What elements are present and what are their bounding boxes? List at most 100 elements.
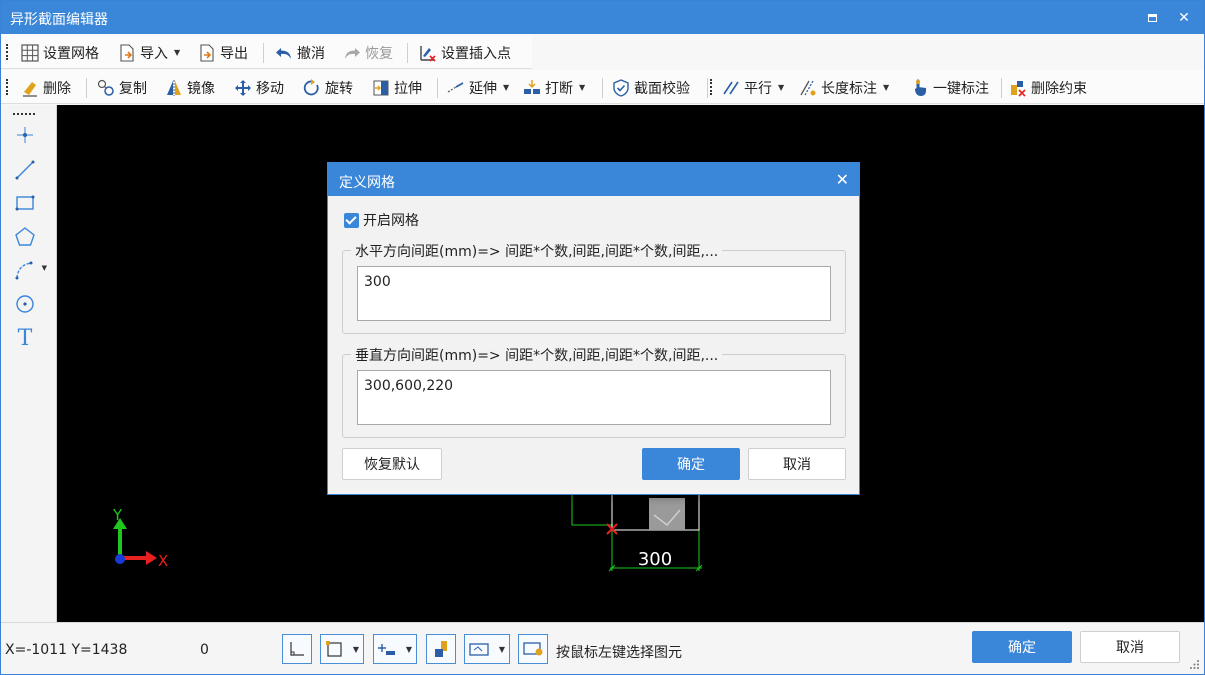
dialog-close-button[interactable]: ✕ — [836, 170, 849, 189]
undo-button[interactable]: 撤消 — [275, 42, 325, 63]
chevron-down-icon[interactable]: ▼ — [883, 83, 889, 92]
dialog-title-bar[interactable]: 定义网格 ✕ — [328, 163, 859, 196]
delete-constraint-button[interactable]: 删除约束 — [1009, 77, 1087, 98]
ok-button[interactable]: 确定 — [972, 631, 1072, 663]
insert-point-icon — [419, 44, 437, 62]
polygon-tool[interactable] — [11, 223, 39, 251]
export-button[interactable]: 导出 — [198, 42, 248, 63]
close-button[interactable]: ✕ — [1174, 8, 1194, 28]
point-icon — [17, 127, 33, 143]
import-icon — [118, 43, 136, 62]
cancel-button[interactable]: 取消 — [1080, 631, 1180, 663]
parallel-icon — [722, 79, 740, 97]
import-label: 导入 — [140, 45, 168, 62]
stretch-button[interactable]: 拉伸 — [372, 77, 422, 98]
status-value: 0 — [200, 642, 209, 658]
dialog-title: 定义网格 — [339, 175, 395, 191]
chevron-down-icon[interactable]: ▼ — [778, 83, 784, 92]
set-grid-button[interactable]: 设置网格 — [21, 42, 99, 63]
edit-toolbar: 删除 复制 镜像 移动 旋转 拉伸 延伸 ▼ 打断 ▼ 截面校验 平行 ▼ 长度… — [1, 70, 1204, 104]
chevron-down-icon[interactable]: ▼ — [42, 264, 47, 272]
stretch-label: 拉伸 — [394, 80, 422, 97]
length-dimension-label: 长度标注 — [821, 80, 877, 97]
rotate-icon — [303, 78, 321, 97]
delete-label: 删除 — [43, 80, 71, 97]
status-hint: 按鼠标左键选择图元 — [556, 645, 682, 661]
extend-icon — [447, 79, 465, 97]
rectangle-icon — [15, 195, 35, 211]
circle-icon — [16, 295, 34, 313]
rectangle-tool[interactable] — [11, 189, 39, 217]
one-click-dimension-label: 一键标注 — [933, 80, 989, 97]
copy-label: 复制 — [119, 80, 147, 97]
dialog-ok-button[interactable]: 确定 — [642, 448, 740, 480]
section-check-label: 截面校验 — [634, 80, 690, 97]
one-click-dimension-button[interactable]: 一键标注 — [911, 77, 989, 98]
import-button[interactable]: 导入 ▼ — [118, 42, 180, 63]
display-toggle[interactable]: ▼ — [464, 634, 510, 664]
snap-toggle[interactable]: ▼ — [320, 634, 364, 664]
section-check-button[interactable]: 截面校验 — [612, 77, 690, 98]
window-title: 异形截面编辑器 — [10, 12, 108, 28]
chevron-down-icon[interactable]: ▼ — [353, 645, 359, 654]
delete-button[interactable]: 删除 — [21, 77, 71, 98]
ortho-toggle[interactable] — [282, 634, 312, 664]
mirror-button[interactable]: 镜像 — [165, 77, 215, 98]
delete-constraint-label: 删除约束 — [1031, 80, 1087, 97]
eraser-icon — [21, 79, 39, 97]
main-toolbar: 设置网格 导入 ▼ 导出 撤消 恢复 设置插入点 — [1, 35, 532, 69]
dialog-cancel-button[interactable]: 取消 — [748, 448, 846, 480]
redo-button[interactable]: 恢复 — [343, 42, 393, 63]
section-editor-window: 异形截面编辑器 ✕ 设置网格 导入 ▼ 导出 撤消 恢复 设置插入点 删除 复制… — [0, 0, 1205, 675]
extend-button[interactable]: 延伸 ▼ — [447, 77, 509, 98]
undo-icon — [275, 44, 293, 62]
rotate-button[interactable]: 旋转 — [303, 77, 353, 98]
arc-tool[interactable]: ▼ — [11, 256, 47, 284]
toolbar-grip[interactable] — [6, 79, 9, 95]
panel-grip[interactable] — [13, 113, 35, 115]
vertical-spacing-input[interactable]: 300,600,220 — [357, 370, 831, 425]
toolbar-separator — [407, 43, 408, 63]
chevron-down-icon[interactable]: ▼ — [579, 83, 585, 92]
status-bar: X=-1011 Y=1438 0 ▼ ▼ ▼ 按鼠标左键选择图元 确定 取消 — [1, 622, 1204, 674]
chevron-down-icon[interactable]: ▼ — [174, 48, 180, 57]
track-toggle[interactable]: ▼ — [373, 634, 417, 664]
copy-icon — [97, 79, 115, 97]
checkbox-checked-icon[interactable] — [344, 212, 359, 228]
toolbar-grip[interactable] — [710, 79, 713, 95]
horizontal-spacing-legend: 水平方向间距(mm)=> 间距*个数,间距,间距*个数,间距,... — [351, 241, 723, 261]
layer-toggle[interactable] — [426, 634, 456, 664]
rotate-label: 旋转 — [325, 80, 353, 97]
parallel-button[interactable]: 平行 ▼ — [722, 77, 784, 98]
maximize-icon — [1147, 14, 1157, 22]
toolbar-grip[interactable] — [6, 44, 9, 60]
set-insert-point-button[interactable]: 设置插入点 — [419, 42, 511, 63]
toolbar-separator — [602, 78, 603, 98]
chevron-down-icon[interactable]: ▼ — [499, 645, 505, 654]
copy-button[interactable]: 复制 — [97, 77, 147, 98]
horizontal-spacing-input[interactable]: 300 — [357, 266, 831, 321]
break-button[interactable]: 打断 ▼ — [523, 77, 585, 98]
undo-label: 撤消 — [297, 45, 325, 62]
enable-grid-checkbox[interactable]: 开启网格 — [344, 210, 419, 230]
toolbar-separator — [86, 78, 87, 98]
resize-grip-icon[interactable] — [1190, 660, 1200, 670]
point-tool[interactable] — [11, 121, 39, 149]
move-button[interactable]: 移动 — [234, 77, 284, 98]
text-icon: T — [17, 325, 33, 351]
hint-toggle[interactable] — [518, 634, 548, 664]
length-dimension-button[interactable]: 长度标注 ▼ — [799, 77, 889, 98]
chevron-down-icon[interactable]: ▼ — [406, 645, 412, 654]
restore-default-button[interactable]: 恢复默认 — [342, 448, 442, 480]
check-shield-icon — [612, 78, 630, 97]
delete-constraint-icon — [1009, 79, 1027, 97]
line-tool[interactable] — [11, 156, 39, 184]
break-icon — [523, 79, 541, 97]
maximize-button[interactable] — [1142, 8, 1162, 28]
length-dim-icon — [799, 79, 817, 97]
chevron-down-icon[interactable]: ▼ — [503, 83, 509, 92]
section-shape[interactable] — [611, 493, 700, 531]
text-tool[interactable]: T — [11, 324, 39, 352]
circle-tool[interactable] — [11, 290, 39, 318]
mirror-icon — [165, 79, 183, 97]
